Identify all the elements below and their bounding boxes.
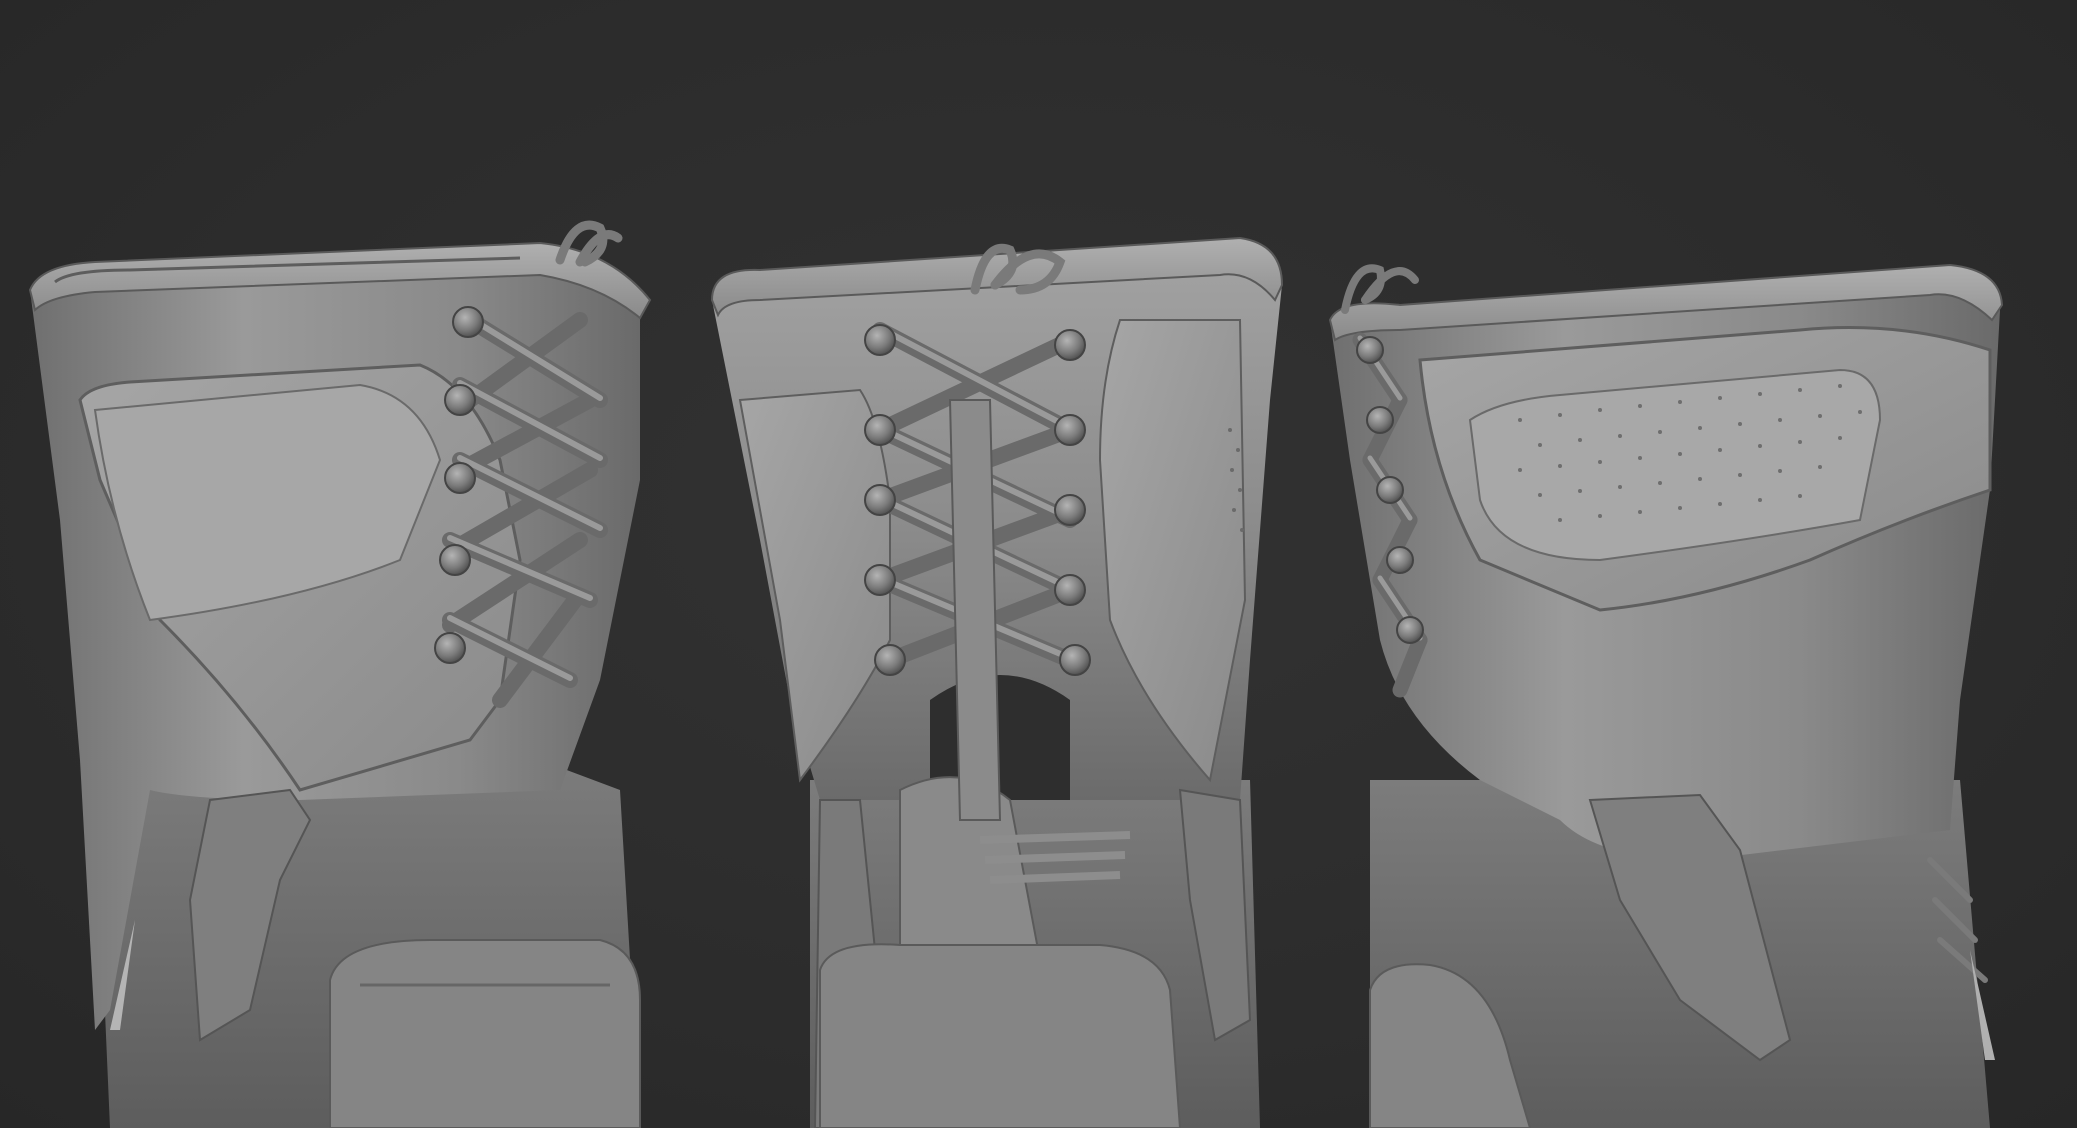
sculpt-viewport[interactable] xyxy=(0,0,2077,1128)
left-side-view xyxy=(28,220,652,1128)
boot-renders xyxy=(28,220,2004,1128)
back-view xyxy=(710,236,1284,1128)
right-side-view xyxy=(1328,263,2004,1128)
